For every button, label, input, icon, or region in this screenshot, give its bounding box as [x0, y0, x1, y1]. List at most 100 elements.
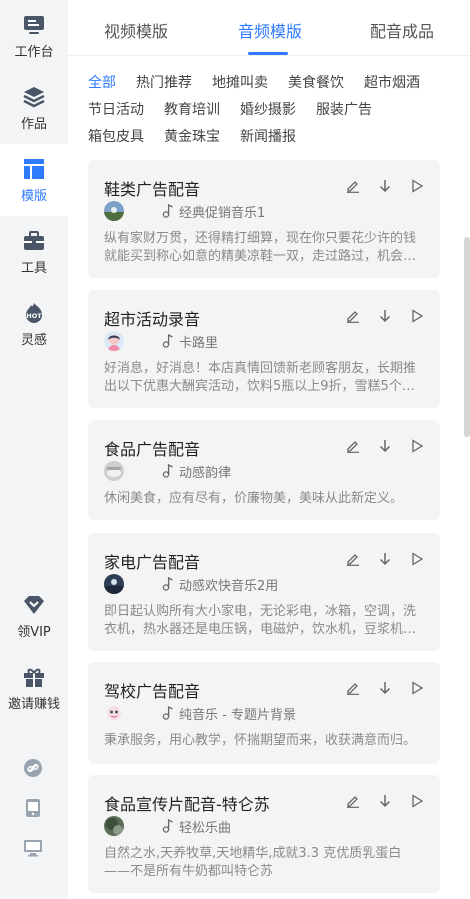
- music-name: 纯音乐 - 专题片背景: [179, 707, 296, 723]
- card-title: 驾校广告配音: [104, 682, 201, 701]
- download-icon[interactable]: [376, 679, 394, 697]
- sidebar: 工作台 作品 模版 工具 HOT 灵感 领VIP 邀请赚钱: [0, 0, 68, 899]
- music-note-icon: [162, 464, 176, 478]
- nav-label: 工作台: [14, 44, 54, 60]
- active-tab-indicator: [248, 52, 288, 55]
- template-card[interactable]: 驾校广告配音 纯音乐 - 专题片背景 秉承服务，用心教学，怀揣期望而来，收获满意…: [88, 662, 440, 764]
- edit-icon[interactable]: [344, 307, 362, 325]
- category-education[interactable]: 教育培训: [164, 99, 220, 119]
- music-note-icon: [162, 819, 176, 833]
- nav-works[interactable]: 作品: [0, 72, 68, 144]
- nav-vip[interactable]: 领VIP: [0, 580, 68, 652]
- category-holiday[interactable]: 节日活动: [88, 99, 144, 119]
- category-all[interactable]: 全部: [88, 72, 116, 92]
- hot-icon: HOT: [22, 301, 46, 325]
- play-icon[interactable]: [408, 792, 426, 810]
- card-title: 食品广告配音: [104, 440, 201, 459]
- nav-label: 模版: [20, 188, 47, 204]
- category-jewelry[interactable]: 黄金珠宝: [164, 126, 220, 146]
- tab-video-templates[interactable]: 视频模版: [104, 18, 168, 42]
- nav-workbench[interactable]: 工作台: [0, 0, 68, 72]
- category-wedding[interactable]: 婚纱摄影: [240, 99, 296, 119]
- nav-label: 领VIP: [17, 624, 51, 640]
- music-note-icon: [162, 577, 176, 591]
- avatar: [104, 331, 124, 351]
- avatar: [104, 703, 124, 723]
- workbench-icon: [22, 13, 46, 37]
- card-title: 家电广告配音: [104, 553, 201, 572]
- nav-label: 作品: [20, 116, 47, 132]
- template-card[interactable]: 食品广告配音 动感韵律 休闲美食，应有尽有，价廉物美，美味从此新定义。: [88, 420, 440, 520]
- category-news[interactable]: 新闻播报: [240, 126, 296, 146]
- card-title: 食品宣传片配音-特仑苏: [104, 795, 270, 814]
- category-bags[interactable]: 箱包皮具: [88, 126, 144, 146]
- card-description: 好消息，好消息！本店真情回馈新老顾客朋友，长期推出以下优惠大酬宾活动，饮料5瓶以…: [104, 361, 417, 394]
- download-icon[interactable]: [376, 792, 394, 810]
- card-actions: [344, 679, 426, 697]
- music-name: 经典促销音乐1: [179, 205, 266, 221]
- card-title: 超市活动录音: [104, 310, 201, 329]
- link-icon[interactable]: [22, 757, 44, 779]
- card-meta: 动感韵律: [104, 461, 231, 481]
- download-icon[interactable]: [376, 177, 394, 195]
- music-note-icon: [162, 706, 176, 720]
- card-actions: [344, 550, 426, 568]
- card-description: 即日起认购所有大小家电，无论彩电，冰箱，空调，洗衣机，热水器还是电压锅，电磁炉，…: [104, 604, 417, 637]
- download-icon[interactable]: [376, 550, 394, 568]
- download-icon[interactable]: [376, 437, 394, 455]
- template-card[interactable]: 超市活动录音 卡路里 好消息，好消息！本店真情回馈新老顾客朋友，长期推出以下优惠…: [88, 290, 440, 408]
- main-panel: 视频模版 音频模版 配音成品 全部 热门推荐 地摊叫卖 美食餐饮 超市烟酒 节日…: [68, 0, 470, 899]
- avatar: [104, 574, 124, 594]
- play-icon[interactable]: [408, 307, 426, 325]
- template-icon: [22, 157, 46, 181]
- gift-icon: [22, 665, 46, 689]
- card-description: 休闲美食，应有尽有，价廉物美，美味从此新定义。: [104, 491, 404, 506]
- music-name: 动感欢快音乐2用: [179, 578, 279, 594]
- music-note-icon: [162, 204, 176, 218]
- card-actions: [344, 792, 426, 810]
- nav-label: 工具: [20, 260, 47, 276]
- tablet-icon[interactable]: [22, 797, 44, 819]
- category-street-vendor[interactable]: 地摊叫卖: [212, 72, 268, 92]
- template-card[interactable]: 家电广告配音 动感欢快音乐2用 即日起认购所有大小家电，无论彩电，冰箱，空调，洗…: [88, 533, 440, 651]
- card-actions: [344, 307, 426, 325]
- play-icon[interactable]: [408, 177, 426, 195]
- music-name: 轻松乐曲: [179, 820, 232, 836]
- edit-icon[interactable]: [344, 437, 362, 455]
- card-description: 秉承服务，用心教学，怀揣期望而来，收获满意而归。: [104, 733, 417, 748]
- nav-label: 邀请赚钱: [7, 696, 60, 712]
- category-clothing[interactable]: 服装广告: [316, 99, 372, 119]
- edit-icon[interactable]: [344, 792, 362, 810]
- nav-inspiration[interactable]: HOT 灵感: [0, 288, 68, 360]
- template-card[interactable]: 鞋类广告配音 经典促销音乐1 纵有家财万贯，还得精打细算，现在你只要花少许的钱就…: [88, 160, 440, 278]
- edit-icon[interactable]: [344, 679, 362, 697]
- card-meta: 纯音乐 - 专题片背景: [104, 703, 296, 723]
- card-meta: 动感欢快音乐2用: [104, 574, 278, 594]
- toolbox-icon: [22, 229, 46, 253]
- edit-icon[interactable]: [344, 550, 362, 568]
- card-description: 纵有家财万贯，还得精打细算，现在你只要花少许的钱就能买到称心如意的精美凉鞋一双，…: [104, 231, 417, 264]
- avatar: [104, 201, 124, 221]
- nav-tools[interactable]: 工具: [0, 216, 68, 288]
- category-supermarket[interactable]: 超市烟酒: [364, 72, 420, 92]
- nav-invite[interactable]: 邀请赚钱: [0, 652, 68, 724]
- scrollbar[interactable]: [464, 237, 470, 437]
- edit-icon[interactable]: [344, 177, 362, 195]
- tab-dubbing-products[interactable]: 配音成品: [370, 18, 434, 42]
- card-title: 鞋类广告配音: [104, 180, 201, 199]
- download-icon[interactable]: [376, 307, 394, 325]
- play-icon[interactable]: [408, 550, 426, 568]
- play-icon[interactable]: [408, 437, 426, 455]
- card-meta: 经典促销音乐1: [104, 201, 265, 221]
- category-hot[interactable]: 热门推荐: [136, 72, 192, 92]
- card-description: 自然之水,天养牧草,天地精华,成就3.3 克优质乳蛋白——不是所有牛奶都叫特仑苏: [104, 846, 402, 879]
- nav-templates[interactable]: 模版: [0, 144, 68, 216]
- desktop-icon[interactable]: [22, 837, 44, 859]
- template-card[interactable]: 食品宣传片配音-特仑苏 轻松乐曲 自然之水,天养牧草,天地精华,成就3.3 克优…: [88, 775, 440, 893]
- tab-audio-templates[interactable]: 音频模版: [238, 18, 302, 42]
- tab-bar: 视频模版 音频模版 配音成品: [68, 0, 470, 56]
- avatar: [104, 461, 124, 481]
- category-food[interactable]: 美食餐饮: [288, 72, 344, 92]
- diamond-icon: [22, 593, 46, 617]
- play-icon[interactable]: [408, 679, 426, 697]
